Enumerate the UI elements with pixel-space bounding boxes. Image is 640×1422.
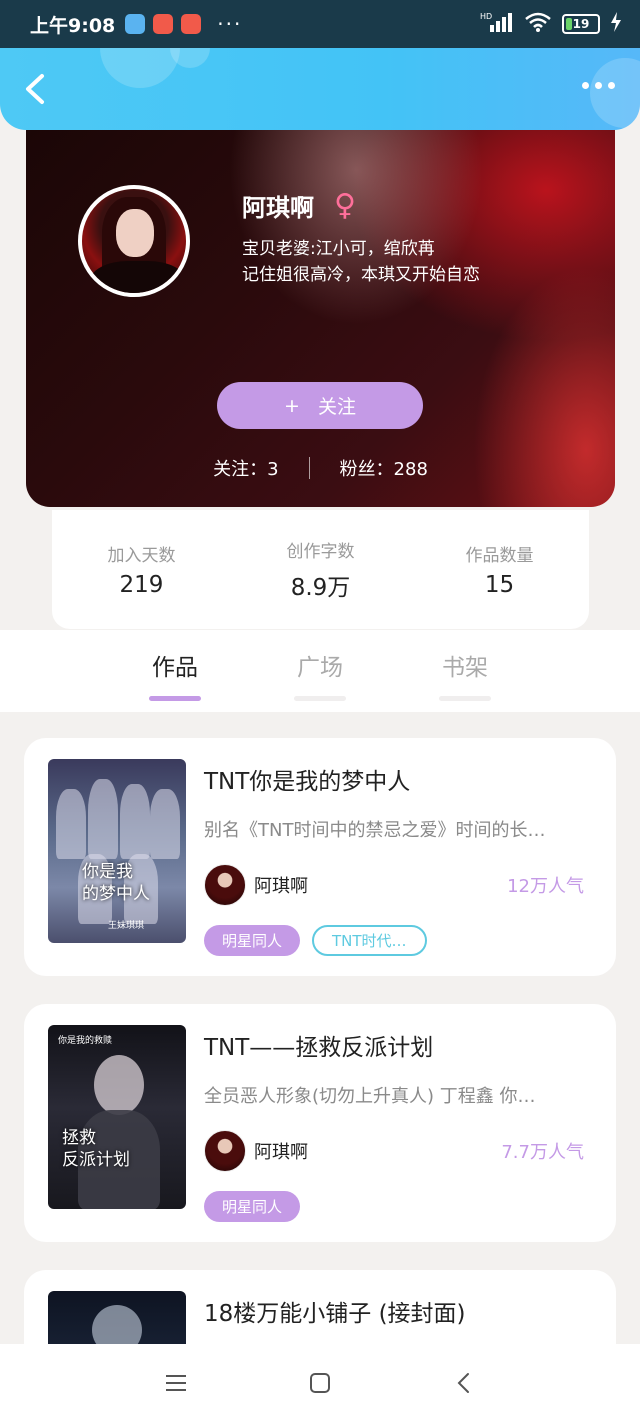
recent-apps-button[interactable] bbox=[158, 1365, 194, 1401]
username: 阿琪啊 bbox=[242, 194, 314, 222]
cover-figure bbox=[88, 779, 118, 859]
stats-card: 加入天数 219 创作字数 8.9万 作品数量 15 bbox=[52, 510, 589, 629]
app-notification-icon bbox=[153, 14, 174, 34]
author-name[interactable]: 阿琪啊 bbox=[254, 1138, 308, 1164]
female-icon: ♀ bbox=[334, 187, 356, 223]
more-notifications-icon: ··· bbox=[217, 12, 243, 36]
more-options-button[interactable] bbox=[582, 82, 622, 96]
triangle-back-icon bbox=[457, 1373, 469, 1393]
book-card[interactable]: 你是我 的梦中人 王妹琪琪 TNT你是我的梦中人 别名《TNT时间中的禁忌之爱》… bbox=[24, 738, 616, 976]
tab-underline bbox=[294, 696, 346, 701]
tag[interactable]: 明星同人 bbox=[204, 925, 301, 956]
menu-icon bbox=[166, 1375, 186, 1391]
tab-works[interactable]: 作品 bbox=[145, 648, 205, 701]
decorative-bubble bbox=[100, 48, 180, 88]
name-row: 阿琪啊 ♀ bbox=[242, 188, 356, 223]
author-row: 阿琪啊 7.7万人气 bbox=[204, 1130, 584, 1172]
stat-works-count: 作品数量 15 bbox=[411, 541, 588, 598]
app-header bbox=[0, 48, 640, 130]
bio: 宝贝老婆:江小可，绾欣苒 记住姐很高冷，本琪又开始自恋 bbox=[242, 236, 480, 288]
following-count[interactable]: 关注：3 bbox=[213, 455, 278, 481]
divider bbox=[308, 457, 310, 479]
back-button[interactable] bbox=[20, 72, 52, 106]
signal-icon: HD bbox=[480, 11, 514, 37]
cover-author: 王妹琪琪 bbox=[108, 921, 145, 931]
battery-level: 19 bbox=[572, 17, 590, 31]
cover-title: 拯救 反派计划 bbox=[62, 1128, 130, 1170]
charging-icon bbox=[610, 12, 622, 36]
follow-button-label: 关注 bbox=[317, 396, 356, 418]
status-bar: 上午9:08 ··· HD 19 bbox=[0, 0, 640, 48]
bio-line: 宝贝老婆:江小可，绾欣苒 bbox=[242, 239, 435, 259]
tag-list: 明星同人 TNT时代… bbox=[204, 925, 427, 956]
cover-figure bbox=[56, 789, 86, 859]
tag-list: 明星同人 bbox=[204, 1191, 301, 1222]
stat-value: 8.9万 bbox=[290, 575, 351, 601]
more-horizontal-icon bbox=[582, 82, 589, 89]
wifi-icon bbox=[524, 11, 552, 37]
app-notification-icon bbox=[181, 14, 202, 34]
stat-value: 15 bbox=[484, 572, 515, 598]
cover-figure bbox=[94, 1055, 144, 1115]
book-card[interactable]: 你是我的救赎 拯救 反派计划 TNT——拯救反派计划 全员恶人形象(切勿上升真人… bbox=[24, 1004, 616, 1242]
status-icons: HD 19 bbox=[480, 11, 622, 37]
tab-square[interactable]: 广场 bbox=[290, 648, 350, 701]
chevron-left-icon bbox=[26, 74, 44, 104]
book-title[interactable]: TNT——拯救反派计划 bbox=[204, 1028, 433, 1062]
book-cover[interactable]: 你是我 的梦中人 王妹琪琪 bbox=[48, 759, 186, 943]
tab-label: 书架 bbox=[442, 655, 488, 681]
bio-line: 记住姐很高冷，本琪又开始自恋 bbox=[242, 265, 480, 285]
author-avatar[interactable] bbox=[204, 864, 246, 906]
stat-word-count: 创作字数 8.9万 bbox=[232, 537, 409, 602]
avatar-body bbox=[90, 261, 186, 293]
system-nav-bar bbox=[0, 1344, 640, 1422]
tab-label: 广场 bbox=[297, 655, 343, 681]
tab-bar: 作品 广场 书架 bbox=[0, 630, 640, 712]
stat-value: 219 bbox=[119, 572, 164, 598]
book-description: 别名《TNT时间中的禁忌之爱》时间的长… bbox=[204, 820, 546, 841]
clock: 上午9:08 bbox=[30, 14, 116, 37]
tab-underline bbox=[439, 696, 491, 701]
cover-figure bbox=[150, 789, 180, 859]
home-button[interactable] bbox=[302, 1365, 338, 1401]
stat-label: 作品数量 bbox=[465, 546, 534, 566]
avatar-face bbox=[116, 209, 154, 257]
book-title[interactable]: TNT你是我的梦中人 bbox=[204, 762, 410, 796]
tag[interactable]: 明星同人 bbox=[204, 1191, 301, 1222]
tab-label: 作品 bbox=[152, 655, 198, 681]
tab-underline bbox=[149, 696, 201, 701]
cover-figure bbox=[120, 784, 150, 859]
system-back-button[interactable] bbox=[446, 1365, 482, 1401]
more-dot bbox=[608, 82, 615, 89]
popularity: 12万人气 bbox=[507, 876, 584, 897]
popularity: 7.7万人气 bbox=[501, 1142, 584, 1163]
avatar[interactable] bbox=[78, 185, 190, 297]
tag[interactable]: TNT时代… bbox=[312, 925, 427, 956]
plus-icon: + bbox=[284, 394, 300, 417]
profile-card: 阿琪啊 ♀ 宝贝老婆:江小可，绾欣苒 记住姐很高冷，本琪又开始自恋 + 关注 关… bbox=[26, 110, 615, 507]
author-name[interactable]: 阿琪啊 bbox=[254, 872, 308, 898]
cover-title: 你是我 的梦中人 bbox=[82, 862, 150, 904]
more-dot bbox=[595, 82, 602, 89]
stat-label: 创作字数 bbox=[286, 542, 355, 562]
tab-bookshelf[interactable]: 书架 bbox=[435, 648, 495, 701]
book-title[interactable]: 18楼万能小铺子 (接封面) bbox=[204, 1294, 466, 1328]
stat-label: 加入天数 bbox=[107, 546, 176, 566]
author-row: 阿琪啊 12万人气 bbox=[204, 864, 584, 906]
fans-count[interactable]: 粉丝：288 bbox=[340, 455, 428, 481]
book-description: 全员恶人形象(切勿上升真人) 丁程鑫 你… bbox=[204, 1086, 536, 1107]
square-home-icon bbox=[310, 1373, 330, 1393]
stat-join-days: 加入天数 219 bbox=[53, 541, 230, 598]
book-cover[interactable]: 你是我的救赎 拯救 反派计划 bbox=[48, 1025, 186, 1209]
author-avatar[interactable] bbox=[204, 1130, 246, 1172]
battery-icon: 19 bbox=[562, 14, 600, 34]
follow-stats: 关注：3 粉丝：288 bbox=[26, 455, 615, 481]
follow-button[interactable]: + 关注 bbox=[217, 382, 423, 429]
network-type-label: HD bbox=[480, 12, 492, 21]
cover-tagline: 你是我的救赎 bbox=[58, 1036, 113, 1046]
app-notification-icon bbox=[125, 14, 146, 34]
